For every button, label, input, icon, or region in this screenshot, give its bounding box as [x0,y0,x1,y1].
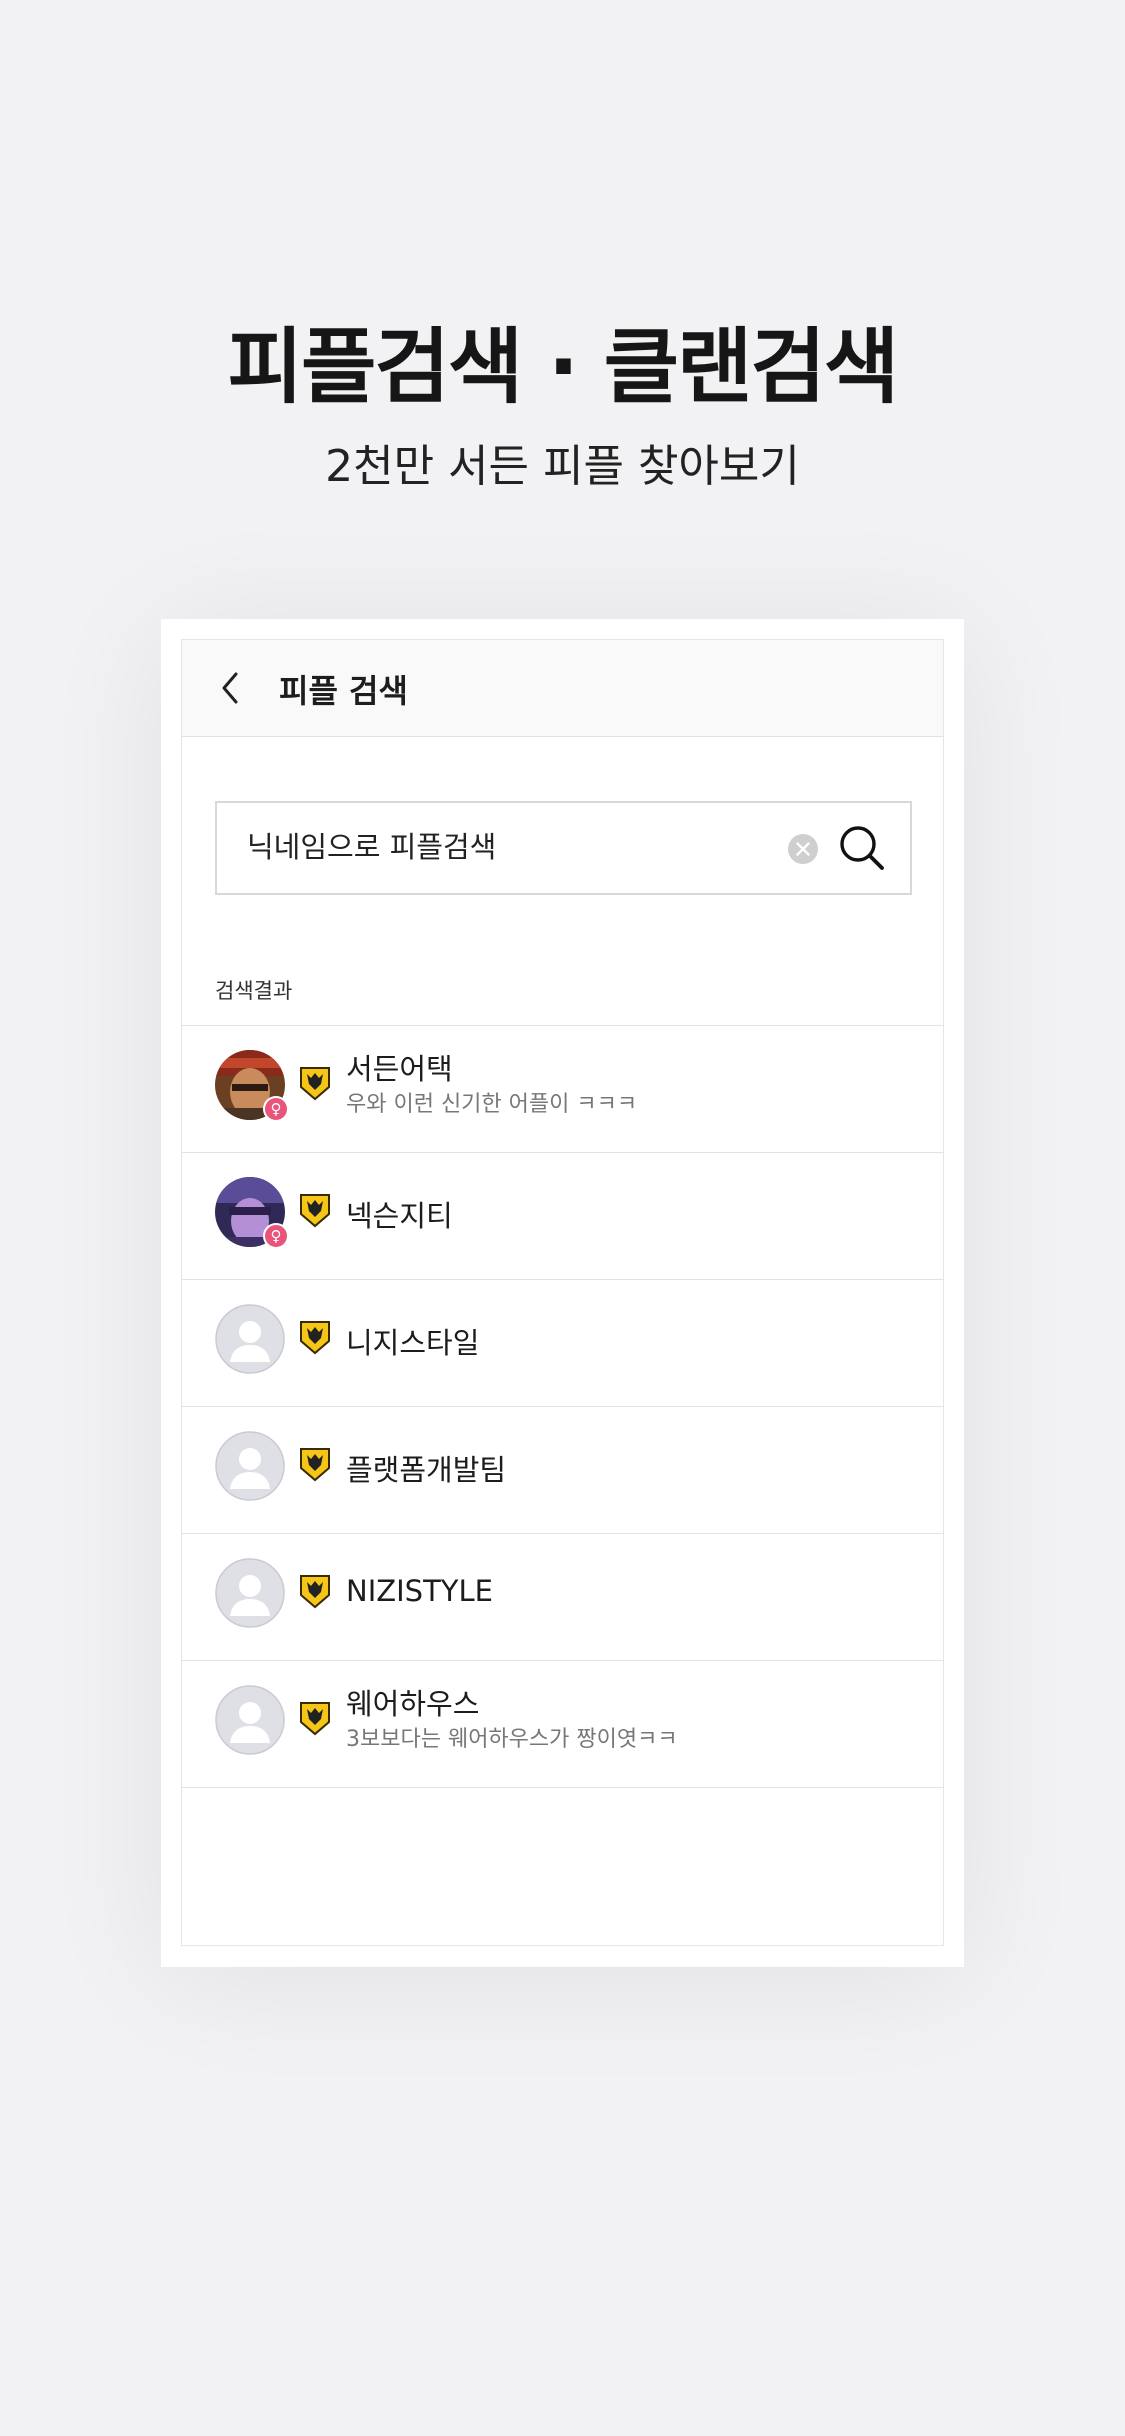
app-screen: 피플 검색 검색결과 [181,639,944,1946]
clan-mark-icon [298,1446,332,1482]
female-gender-icon: ♀ [263,1096,289,1122]
avatar[interactable] [215,1304,285,1374]
status-message: 우와 이런 신기한 어플이 ㅋㅋㅋ [346,1092,638,1117]
hero-subtitle: 2천만 서든 피플 찾아보기 [325,441,800,492]
nickname: 니지스타일 [346,1326,480,1360]
clan-mark-icon [298,1700,332,1736]
result-list: ♀ 서든어택 우와 이런 신기한 어플이 ㅋㅋㅋ ♀ 넥슨지티 니지스타일 플랫… [182,1025,943,1788]
clan-mark-icon [298,1065,332,1101]
results-label: 검색결과 [215,979,293,1003]
nickname: NIZISTYLE [346,1574,493,1608]
list-item[interactable]: NIZISTYLE [182,1534,943,1661]
list-item[interactable]: ♀ 넥슨지티 [182,1153,943,1280]
list-item[interactable]: ♀ 서든어택 우와 이런 신기한 어플이 ㅋㅋㅋ [182,1026,943,1153]
nickname: 넥슨지티 [346,1199,453,1233]
avatar[interactable] [215,1558,285,1628]
chevron-left-icon[interactable] [212,666,252,710]
female-gender-icon: ♀ [263,1223,289,1249]
search-input[interactable] [247,827,767,867]
avatar[interactable]: ♀ [215,1050,289,1122]
list-item[interactable]: 웨어하우스 3보보다는 웨어하우스가 짱이엿ㅋㅋ [182,1661,943,1788]
device-frame: 피플 검색 검색결과 [161,619,964,1967]
status-message: 3보보다는 웨어하우스가 짱이엿ㅋㅋ [346,1727,678,1752]
nickname: 웨어하우스 [346,1687,480,1721]
hero-title: 피플검색 · 클랜검색 [227,320,900,415]
clear-circle-icon[interactable] [787,833,819,865]
page-title: 피플 검색 [279,672,408,710]
avatar[interactable]: ♀ [215,1177,289,1249]
avatar[interactable] [215,1431,285,1501]
nickname: 서든어택 [346,1052,453,1086]
list-item[interactable]: 니지스타일 [182,1280,943,1407]
clan-mark-icon [298,1573,332,1609]
search-box [215,801,912,895]
clan-mark-icon [298,1192,332,1228]
list-item[interactable]: 플랫폼개발팀 [182,1407,943,1534]
search-icon[interactable] [837,823,887,873]
clan-mark-icon [298,1319,332,1355]
avatar[interactable] [215,1685,285,1755]
nickname: 플랫폼개발팀 [346,1453,507,1487]
app-bar: 피플 검색 [182,640,943,737]
